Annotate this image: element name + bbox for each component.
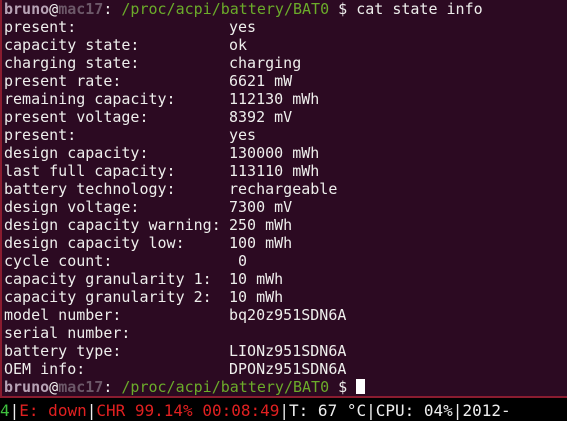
- cpu-status: CPU: 04%: [375, 401, 453, 420]
- separator: |: [9, 401, 20, 420]
- field-key: design capacity warning:: [4, 216, 221, 234]
- field-value: 113110 mWh: [229, 162, 320, 180]
- field-key: capacity granularity 2:: [4, 288, 212, 306]
- field-value: rechargeable: [229, 180, 338, 198]
- separator: |: [452, 401, 463, 420]
- field-key: present:: [4, 126, 77, 144]
- field-key: design capacity low:: [4, 234, 185, 252]
- field-key: remaining capacity:: [4, 90, 176, 108]
- output-line: cycle count: 0: [2, 252, 567, 270]
- output-line: design capacity low: 100 mWh: [2, 234, 567, 252]
- field-value: 0: [229, 252, 248, 270]
- field-key: last full capacity:: [4, 162, 176, 180]
- prompt-line[interactable]: bruno@mac17: /proc/acpi/battery/BAT0 $: [2, 378, 567, 396]
- terminal-window[interactable]: bruno@mac17: /proc/acpi/battery/BAT0 $ c…: [0, 0, 567, 398]
- command-text: cat state info: [356, 0, 483, 18]
- separator: |: [86, 401, 97, 420]
- output-line: present rate: 6621 mW: [2, 72, 567, 90]
- text-cursor: [356, 379, 366, 394]
- field-value: 8392 mV: [229, 108, 293, 126]
- field-value: 100 mWh: [229, 234, 293, 252]
- field-key: design voltage:: [4, 198, 140, 216]
- output-line: serial number:: [2, 324, 567, 342]
- separator: |: [366, 401, 376, 420]
- prompt-path: /proc/acpi/battery/BAT0: [121, 378, 330, 396]
- output-line: battery type: LIONz951SDN6A: [2, 342, 567, 360]
- prompt-symbol: $: [329, 0, 357, 18]
- field-value: 130000 mWh: [229, 144, 320, 162]
- prompt-user: bruno: [4, 0, 50, 18]
- output-line: model number: bq20z951SDN6A: [2, 306, 567, 324]
- field-value: 10 mWh: [229, 270, 284, 288]
- field-value: charging: [229, 54, 302, 72]
- field-value: 112130 mWh: [229, 90, 320, 108]
- output-line: battery technology: rechargeable: [2, 180, 567, 198]
- prompt-symbol: $: [329, 378, 357, 396]
- field-value: ok: [229, 36, 248, 54]
- prompt-host: mac17: [58, 0, 104, 18]
- field-value: yes: [229, 18, 257, 36]
- command-line: bruno@mac17: /proc/acpi/battery/BAT0 $ c…: [2, 0, 567, 18]
- output-line: present: yes: [2, 126, 567, 144]
- field-key: battery technology:: [4, 180, 176, 198]
- field-value: 10 mWh: [229, 288, 284, 306]
- desktop-number[interactable]: 4: [0, 401, 10, 420]
- field-key: serial number:: [4, 324, 131, 342]
- command-output: present: yes capacity state: ok charging sta…: [2, 18, 567, 378]
- output-line: capacity state: ok: [2, 36, 567, 54]
- field-key: battery type:: [4, 342, 122, 360]
- output-line: OEM info: DPONz951SDN6A: [2, 360, 567, 378]
- field-key: capacity state:: [4, 36, 140, 54]
- field-value: 250 mWh: [229, 216, 293, 234]
- field-value: yes: [229, 126, 257, 144]
- output-line: last full capacity: 113110 mWh: [2, 162, 567, 180]
- output-line: capacity granularity 2: 10 mWh: [2, 288, 567, 306]
- field-key: present:: [4, 18, 77, 36]
- status-bar: 4|E: down|CHR 99.14% 00:08:49|T: 67 °C|C…: [0, 400, 567, 421]
- output-line: design capacity warning: 250 mWh: [2, 216, 567, 234]
- date-status: 2012-: [462, 401, 511, 420]
- field-value: 6621 mW: [229, 72, 293, 90]
- temperature-status: T: 67 °C: [289, 401, 367, 420]
- field-value: 7300 mV: [229, 198, 293, 216]
- field-key: capacity granularity 1:: [4, 270, 212, 288]
- field-value: LIONz951SDN6A: [229, 342, 347, 360]
- separator: |: [279, 401, 290, 420]
- field-value: DPONz951SDN6A: [229, 360, 347, 378]
- prompt-user: bruno: [4, 378, 50, 396]
- prompt-path: /proc/acpi/battery/BAT0: [121, 0, 330, 18]
- output-line: charging state: charging: [2, 54, 567, 72]
- prompt-sep: :: [103, 0, 122, 18]
- field-key: present voltage:: [4, 108, 149, 126]
- output-line: design capacity: 130000 mWh: [2, 144, 567, 162]
- battery-status: CHR 99.14% 00:08:49: [96, 401, 280, 420]
- prompt-at: @: [49, 0, 59, 18]
- prompt-host: mac17: [58, 378, 104, 396]
- ethernet-status: E: down: [19, 401, 87, 420]
- field-key: OEM info:: [4, 360, 86, 378]
- field-key: present rate:: [4, 72, 122, 90]
- output-line: remaining capacity: 112130 mWh: [2, 90, 567, 108]
- field-key: design capacity:: [4, 144, 149, 162]
- field-key: charging state:: [4, 54, 140, 72]
- field-key: model number:: [4, 306, 122, 324]
- output-line: capacity granularity 1: 10 mWh: [2, 270, 567, 288]
- output-line: present: yes: [2, 18, 567, 36]
- field-key: cycle count:: [4, 252, 113, 270]
- prompt-at: @: [49, 378, 59, 396]
- output-line: design voltage: 7300 mV: [2, 198, 567, 216]
- prompt-sep: :: [103, 378, 122, 396]
- field-value: bq20z951SDN6A: [229, 306, 347, 324]
- output-line: present voltage: 8392 mV: [2, 108, 567, 126]
